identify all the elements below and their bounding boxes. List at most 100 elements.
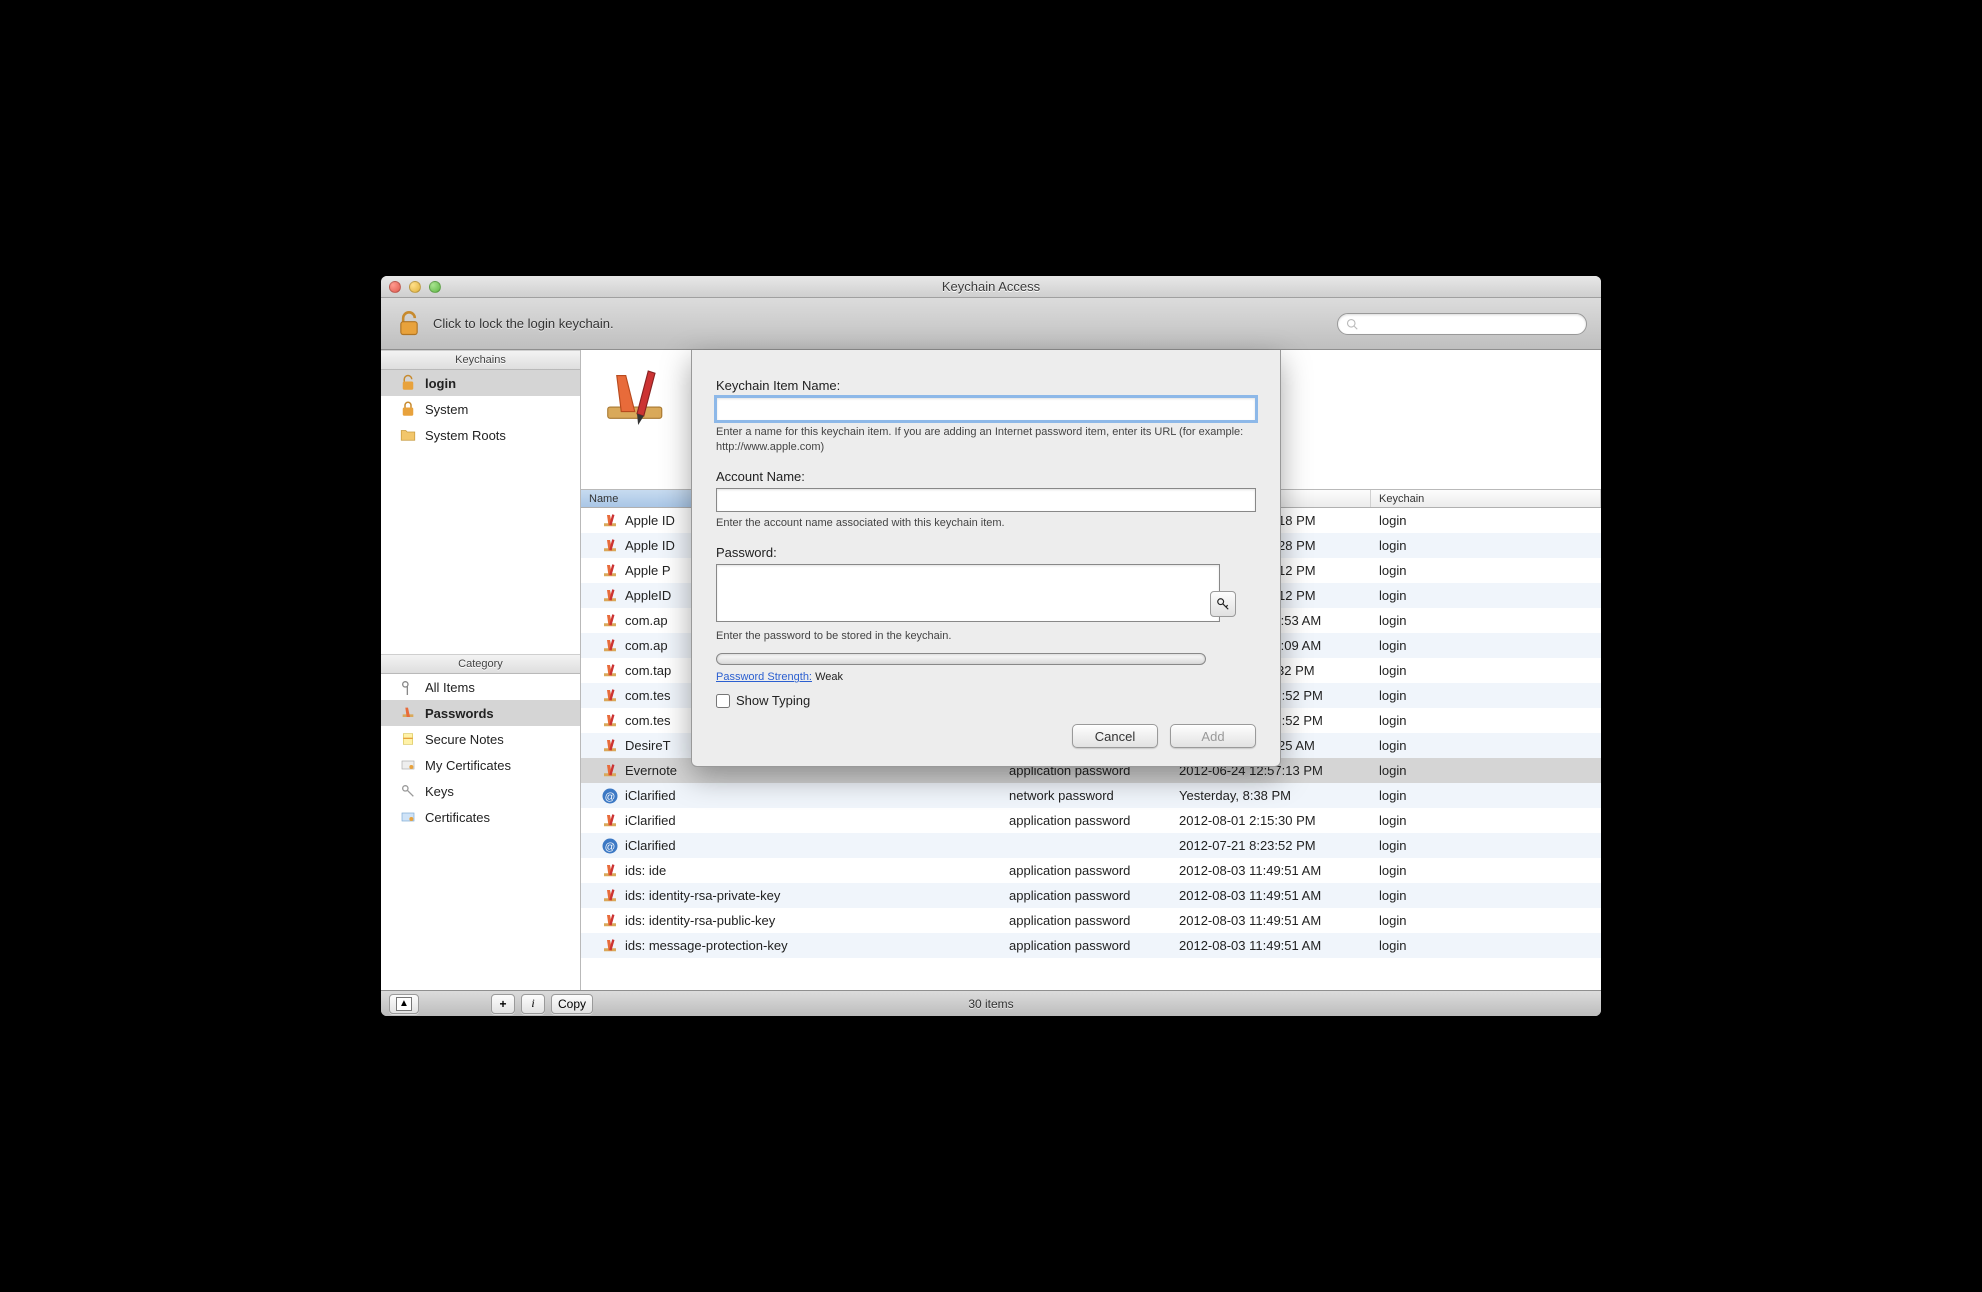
- row-name: ids: identity-rsa-private-key: [625, 888, 780, 903]
- add-item-button[interactable]: +: [491, 994, 515, 1014]
- show-typing-label: Show Typing: [736, 693, 810, 708]
- table-row[interactable]: @iClarified2012-07-21 8:23:52 PMlogin: [581, 833, 1601, 858]
- row-keychain: login: [1371, 763, 1601, 778]
- category-item-secure-notes[interactable]: Secure Notes: [381, 726, 580, 752]
- row-keychain: login: [1371, 713, 1601, 728]
- row-keychain: login: [1371, 638, 1601, 653]
- row-keychain: login: [1371, 938, 1601, 953]
- row-keychain: login: [1371, 738, 1601, 753]
- row-kind: application password: [1001, 913, 1171, 928]
- info-button[interactable]: i: [521, 994, 545, 1014]
- row-keychain: login: [1371, 538, 1601, 553]
- password-input[interactable]: [716, 564, 1220, 622]
- sidebar: Keychains login System System Roots Catego…: [381, 350, 581, 990]
- row-name: com.tes: [625, 713, 671, 728]
- svg-text:@: @: [605, 840, 616, 852]
- category-item-passwords[interactable]: Passwords: [381, 700, 580, 726]
- keychains-header: Keychains: [381, 350, 580, 370]
- category-item-all-items[interactable]: All Items: [381, 674, 580, 700]
- row-keychain: login: [1371, 888, 1601, 903]
- category-item-certificates[interactable]: Certificates: [381, 804, 580, 830]
- app-password-icon: [601, 712, 619, 730]
- account-name-input[interactable]: [716, 488, 1256, 512]
- row-name: Apple ID: [625, 513, 675, 528]
- at-icon: @: [601, 837, 619, 855]
- table-row[interactable]: ids: identity-rsa-public-keyapplication …: [581, 908, 1601, 933]
- titlebar: Keychain Access: [381, 276, 1601, 298]
- copy-button[interactable]: Copy: [551, 994, 593, 1014]
- app-password-icon: [601, 862, 619, 880]
- unlocked-icon: [399, 374, 417, 392]
- row-keychain: login: [1371, 563, 1601, 578]
- app-password-icon: [601, 887, 619, 905]
- row-name: iClarified: [625, 813, 676, 828]
- app-window: Keychain Access Click to lock the login …: [381, 276, 1601, 1016]
- row-name: ids: ide: [625, 863, 666, 878]
- category-item-label: Certificates: [425, 810, 490, 825]
- app-password-icon: [601, 512, 619, 530]
- toolbar: Click to lock the login keychain.: [381, 298, 1601, 350]
- row-kind: application password: [1001, 813, 1171, 828]
- row-date: 2012-07-21 8:23:52 PM: [1171, 838, 1371, 853]
- row-name: com.ap: [625, 613, 668, 628]
- preview-app-icon: [601, 362, 673, 434]
- keychain-item-system[interactable]: System: [381, 396, 580, 422]
- row-keychain: login: [1371, 663, 1601, 678]
- lock-keychain-label: Click to lock the login keychain.: [433, 316, 614, 331]
- category-item-label: Keys: [425, 784, 454, 799]
- row-keychain: login: [1371, 913, 1601, 928]
- row-name: iClarified: [625, 838, 676, 853]
- show-typing-checkbox[interactable]: [716, 694, 730, 708]
- password-strength-meter: [716, 653, 1206, 665]
- keychain-item-system-roots[interactable]: System Roots: [381, 422, 580, 448]
- keychain-item-login[interactable]: login: [381, 370, 580, 396]
- row-name: com.tap: [625, 663, 671, 678]
- table-row[interactable]: @iClarifiednetwork passwordYesterday, 8:…: [581, 783, 1601, 808]
- category-item-keys[interactable]: Keys: [381, 778, 580, 804]
- lock-keychain-button[interactable]: [395, 310, 423, 338]
- table-row[interactable]: ids: ideapplication password2012-08-03 1…: [581, 858, 1601, 883]
- category-item-my-certificates[interactable]: My Certificates: [381, 752, 580, 778]
- row-date: 2012-08-03 11:49:51 AM: [1171, 938, 1371, 953]
- row-date: 2012-08-03 11:49:51 AM: [1171, 888, 1371, 903]
- row-keychain: login: [1371, 613, 1601, 628]
- row-keychain: login: [1371, 788, 1601, 803]
- keychain-item-label: login: [425, 376, 456, 391]
- app-password-icon: [601, 737, 619, 755]
- row-date: 2012-08-01 2:15:30 PM: [1171, 813, 1371, 828]
- row-name: Evernote: [625, 763, 677, 778]
- toggle-preview-button[interactable]: ▲: [389, 994, 419, 1014]
- search-input[interactable]: [1362, 317, 1578, 331]
- app-password-icon: [601, 562, 619, 580]
- password-strength-value: Weak: [815, 671, 843, 683]
- row-name: iClarified: [625, 788, 676, 803]
- item-name-input[interactable]: [716, 397, 1256, 421]
- row-keychain: login: [1371, 813, 1601, 828]
- cert-icon: [399, 756, 417, 774]
- app-password-icon: [601, 762, 619, 780]
- category-header: Category: [381, 654, 580, 674]
- keychain-item-label: System: [425, 402, 468, 417]
- table-row[interactable]: ids: message-protection-keyapplication p…: [581, 933, 1601, 958]
- key-icon: [399, 782, 417, 800]
- search-field-container[interactable]: [1337, 313, 1587, 335]
- app-password-icon: [601, 587, 619, 605]
- footer: ▲ + i Copy 30 items: [381, 990, 1601, 1016]
- table-row[interactable]: iClarified application password2012-08-01…: [581, 808, 1601, 833]
- row-keychain: login: [1371, 588, 1601, 603]
- app-password-icon: [601, 662, 619, 680]
- row-kind: network password: [1001, 788, 1171, 803]
- table-row[interactable]: ids: identity-rsa-private-keyapplication…: [581, 883, 1601, 908]
- cancel-button[interactable]: Cancel: [1072, 724, 1158, 748]
- column-keychain[interactable]: Keychain: [1371, 490, 1601, 507]
- password-label: Password:: [716, 545, 1256, 560]
- account-name-label: Account Name:: [716, 469, 1256, 484]
- row-kind: application password: [1001, 938, 1171, 953]
- password-strength-link[interactable]: Password Strength:: [716, 671, 812, 683]
- add-button[interactable]: Add: [1170, 724, 1256, 748]
- app-password-icon: [601, 812, 619, 830]
- keys-icon: [399, 678, 417, 696]
- app-password-icon: [601, 637, 619, 655]
- app-password-icon: [601, 612, 619, 630]
- password-generator-button[interactable]: [1210, 591, 1236, 617]
